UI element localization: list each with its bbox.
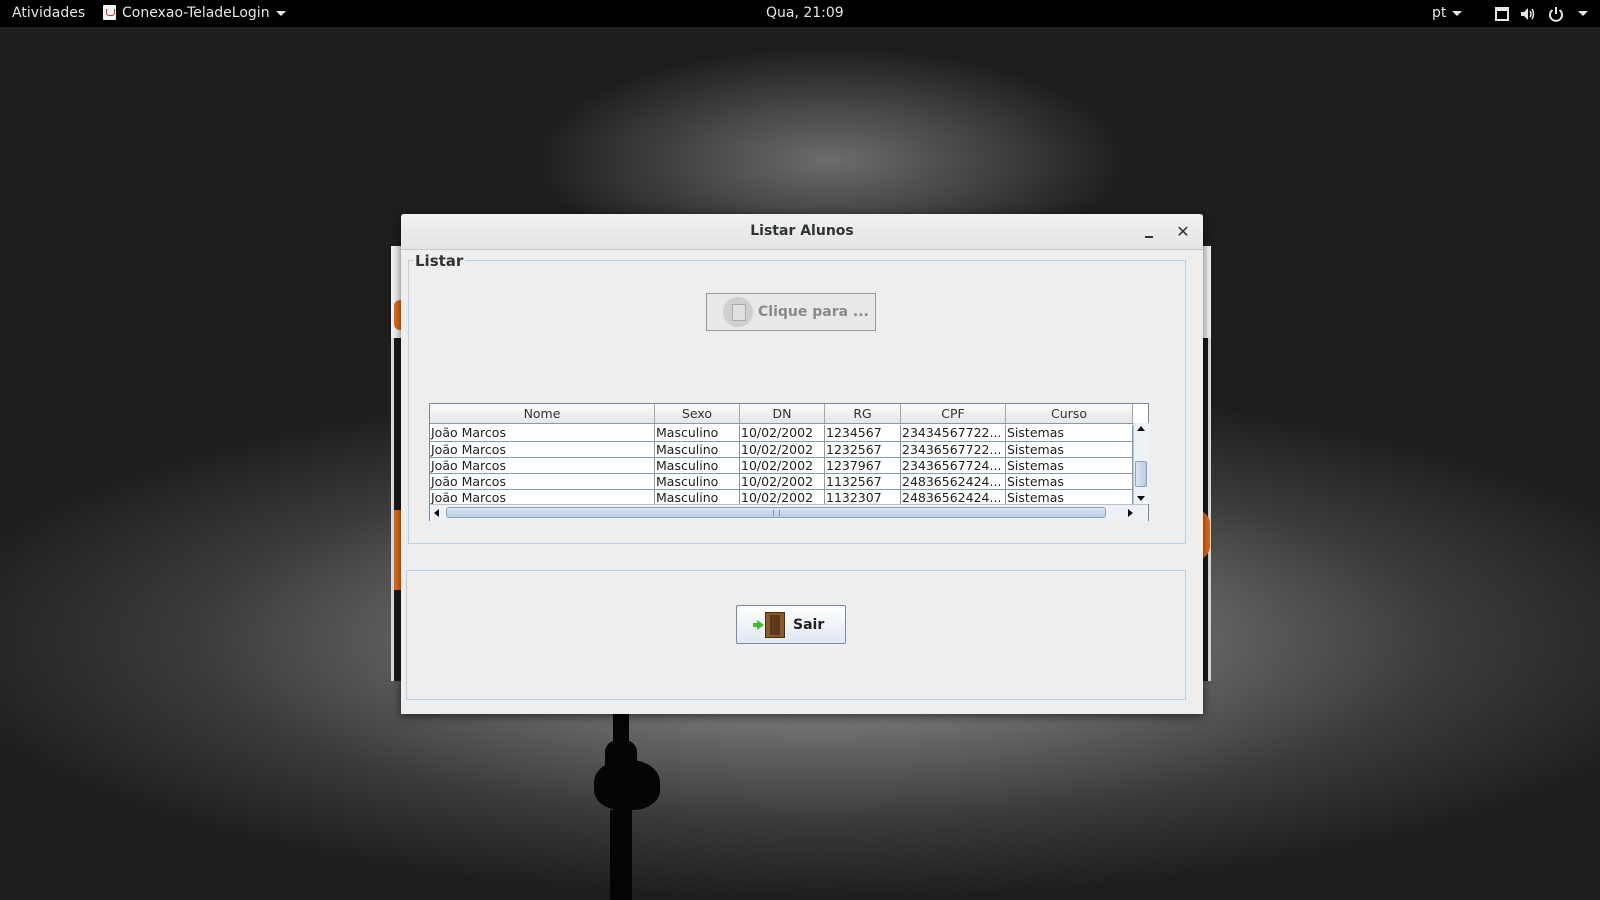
volume-icon[interactable] [1520, 6, 1536, 22]
window-icon[interactable] [1494, 6, 1510, 22]
java-app-icon [103, 4, 116, 20]
close-button[interactable]: ✕ [1174, 223, 1192, 241]
cell-cpf[interactable]: 23436567724... [901, 458, 1006, 473]
column-header-dn[interactable]: DN [740, 404, 825, 423]
horizontal-scrollbar[interactable] [430, 504, 1148, 521]
sair-button-label: Sair [793, 616, 825, 633]
activities-button[interactable]: Atividades [12, 0, 85, 27]
cell-rg[interactable]: 1132567 [825, 474, 901, 489]
column-header-nome[interactable]: Nome [430, 404, 655, 423]
minimize-button[interactable] [1141, 224, 1157, 240]
students-table: Nome Sexo DN RG CPF Curso João Marcos Ma… [429, 403, 1149, 521]
click-to-list-button[interactable]: Clique para ... [706, 293, 876, 331]
column-header-cpf[interactable]: CPF [901, 404, 1006, 423]
chevron-down-icon [1452, 10, 1463, 16]
cell-dn[interactable]: 10/02/2002 [740, 490, 825, 504]
column-header-rg[interactable]: RG [825, 404, 901, 423]
grip-icon [773, 510, 780, 516]
sair-button[interactable]: Sair [736, 605, 846, 644]
cell-nome[interactable]: João Marcos [430, 425, 655, 441]
table-header: Nome Sexo DN RG CPF Curso [430, 404, 1133, 424]
cell-curso[interactable]: Sistemas [1006, 442, 1133, 457]
cell-sexo[interactable]: Masculino [655, 442, 740, 457]
cell-rg[interactable]: 1132307 [825, 490, 901, 504]
app-menu-label: Conexao-TeladeLogin [122, 5, 270, 21]
cell-cpf[interactable]: 23434567722... [901, 425, 1006, 441]
table-row[interactable]: João Marcos Masculino 10/02/2002 1234567… [430, 424, 1133, 441]
column-header-curso[interactable]: Curso [1006, 404, 1133, 423]
cell-sexo[interactable]: Masculino [655, 425, 740, 441]
cell-rg[interactable]: 1232567 [825, 442, 901, 457]
table-row[interactable]: João Marcos Masculino 10/02/2002 1132567… [430, 473, 1133, 489]
cell-cpf[interactable]: 23436567722... [901, 442, 1006, 457]
scroll-down-arrow-icon[interactable] [1137, 496, 1145, 501]
cell-curso[interactable]: Sistemas [1006, 490, 1133, 504]
scroll-up-arrow-icon[interactable] [1137, 426, 1145, 431]
title-bar[interactable]: Listar Alunos ✕ [401, 214, 1203, 250]
cell-nome[interactable]: João Marcos [430, 490, 655, 504]
cell-rg[interactable]: 1237967 [825, 458, 901, 473]
panel-legend: Listar [413, 252, 466, 270]
clock[interactable]: Qua, 21:09 [766, 0, 844, 27]
scroll-right-arrow-icon[interactable] [1128, 509, 1133, 517]
language-menu[interactable]: pt [1432, 0, 1463, 27]
vertical-scroll-thumb[interactable] [1135, 461, 1147, 487]
table-row[interactable]: João Marcos Masculino 10/02/2002 1132307… [430, 489, 1133, 504]
top-bar: Atividades Conexao-TeladeLogin Qua, 21:0… [0, 0, 1600, 27]
cell-nome[interactable]: João Marcos [430, 458, 655, 473]
cell-curso[interactable]: Sistemas [1006, 474, 1133, 489]
vertical-scrollbar[interactable] [1133, 423, 1149, 504]
tower-silhouette [610, 810, 632, 900]
cell-curso[interactable]: Sistemas [1006, 425, 1133, 441]
cell-cpf[interactable]: 24836562424... [901, 474, 1006, 489]
chevron-down-icon[interactable] [1578, 11, 1588, 16]
window-title: Listar Alunos [750, 223, 854, 239]
click-button-label: Clique para ... [758, 304, 869, 320]
listar-alunos-dialog: Listar Alunos ✕ Listar Clique para ... N… [401, 214, 1203, 714]
chevron-down-icon [275, 10, 286, 16]
cell-sexo[interactable]: Masculino [655, 474, 740, 489]
table-row[interactable]: João Marcos Masculino 10/02/2002 1232567… [430, 441, 1133, 457]
cell-sexo[interactable]: Masculino [655, 490, 740, 504]
cell-dn[interactable]: 10/02/2002 [740, 458, 825, 473]
language-label: pt [1432, 5, 1447, 21]
power-icon[interactable] [1548, 6, 1564, 22]
table-row[interactable]: João Marcos Masculino 10/02/2002 1237967… [430, 457, 1133, 473]
cell-cpf[interactable]: 24836562424... [901, 490, 1006, 504]
cell-dn[interactable]: 10/02/2002 [740, 442, 825, 457]
cell-dn[interactable]: 10/02/2002 [740, 425, 825, 441]
list-icon [723, 297, 753, 327]
cell-rg[interactable]: 1234567 [825, 425, 901, 441]
app-menu[interactable]: Conexao-TeladeLogin [103, 0, 286, 27]
cell-sexo[interactable]: Masculino [655, 458, 740, 473]
table-body: João Marcos Masculino 10/02/2002 1234567… [430, 424, 1133, 504]
scroll-left-arrow-icon[interactable] [434, 509, 439, 517]
cell-nome[interactable]: João Marcos [430, 442, 655, 457]
exit-door-icon [753, 610, 787, 640]
cell-dn[interactable]: 10/02/2002 [740, 474, 825, 489]
horizontal-scroll-thumb[interactable] [446, 507, 1106, 518]
cell-curso[interactable]: Sistemas [1006, 458, 1133, 473]
column-header-sexo[interactable]: Sexo [655, 404, 740, 423]
cell-nome[interactable]: João Marcos [430, 474, 655, 489]
